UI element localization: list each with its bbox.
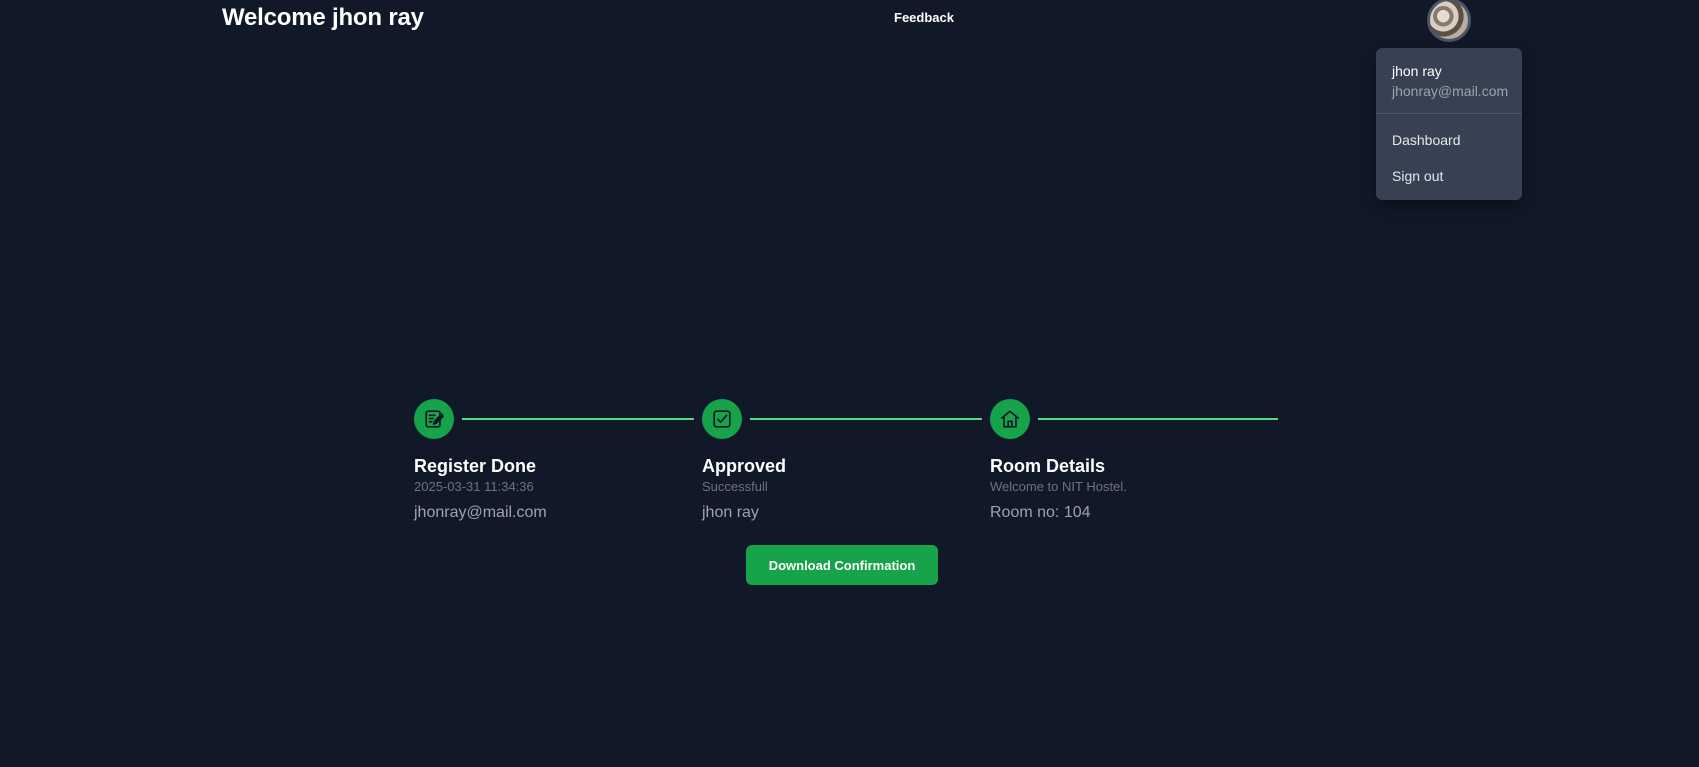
user-email: jhonray@mail.com <box>1392 83 1509 99</box>
step-title: Room Details <box>990 456 1106 476</box>
feedback-link[interactable]: Feedback <box>894 10 954 25</box>
edit-note-icon <box>414 399 454 439</box>
step-title: Approved <box>702 456 787 476</box>
user-name: jhon ray <box>1392 63 1442 79</box>
welcome-heading: Welcome jhon ray <box>222 4 424 31</box>
step-title: Register Done <box>414 456 537 476</box>
step-detail: jhonray@mail.com <box>414 504 547 521</box>
user-menu-list: Dashboard Sign out <box>1376 114 1522 194</box>
step-detail: jhon ray <box>702 504 759 521</box>
user-info: jhon ray jhonray@mail.com <box>1376 48 1522 114</box>
avatar[interactable] <box>1427 0 1471 42</box>
menu-item-sign-out[interactable]: Sign out <box>1376 158 1522 194</box>
timeline-connector <box>1038 418 1278 420</box>
page: Welcome jhon ray Feedback jhon ray jhonr… <box>0 0 1699 767</box>
home-icon <box>990 399 1030 439</box>
checkbox-icon <box>702 399 742 439</box>
timeline-connector <box>750 418 982 420</box>
step-detail: Room no: 104 <box>990 504 1091 521</box>
step-subtitle: Successfull <box>702 479 768 494</box>
download-confirmation-button[interactable]: Download Confirmation <box>746 545 938 585</box>
step-subtitle: 2025-03-31 11:34:36 <box>414 479 534 494</box>
menu-item-dashboard[interactable]: Dashboard <box>1376 122 1522 158</box>
step-subtitle: Welcome to NIT Hostel. <box>990 479 1127 494</box>
timeline-connector <box>462 418 694 420</box>
user-dropdown-menu: jhon ray jhonray@mail.com Dashboard Sign… <box>1376 48 1522 200</box>
